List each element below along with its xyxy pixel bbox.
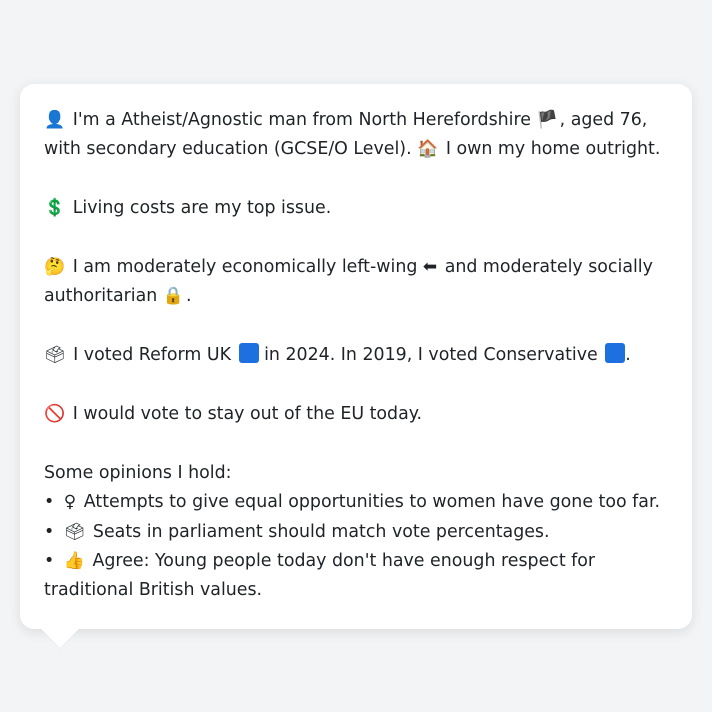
ballot-box-icon: 🗳: [44, 345, 66, 366]
ideology-period: .: [185, 286, 192, 307]
bullet-icon: •: [44, 492, 55, 513]
bullet-icon: •: [44, 521, 55, 542]
lock-icon: 🔒: [162, 286, 184, 307]
profile-speech-bubble: 👤 I'm a Atheist/Agnostic man from North …: [20, 84, 692, 629]
female-sign-icon: ♀: [63, 492, 77, 513]
ideology-text-economic: I am moderately economically left-wing: [72, 257, 418, 277]
house-icon: 🏠: [417, 139, 439, 160]
left-arrow-icon: ⬅: [422, 257, 438, 277]
votes-period: .: [625, 345, 631, 366]
ballot-box-icon: 🗳: [63, 521, 86, 542]
intro-paragraph: 👤 I'm a Atheist/Agnostic man from North …: [44, 106, 668, 165]
list-item: • 🗳 Seats in parliament should match vot…: [44, 518, 668, 547]
votes-paragraph: 🗳 I voted Reform UK in 2024. In 2019, I …: [44, 341, 668, 370]
reform-party-color-square-icon: [238, 343, 259, 364]
intro-text-home: I own my home outright.: [445, 139, 661, 160]
intro-text-identity: I'm a Atheist/Agnostic man from North He…: [72, 110, 531, 130]
person-icon: 👤: [44, 110, 66, 130]
ideology-paragraph: 🤔 I am moderately economically left-wing…: [44, 253, 668, 312]
bubble-tail: [40, 628, 80, 648]
thinking-face-icon: 🤔: [44, 257, 66, 277]
opinion-text: Seats in parliament should match vote pe…: [92, 521, 550, 542]
votes-text-2019: in 2024. In 2019, I voted Conservative: [264, 345, 598, 366]
thumbs-up-icon: 👍: [63, 551, 85, 572]
opinions-heading: Some opinions I hold:: [44, 462, 232, 483]
bullet-icon: •: [44, 551, 55, 572]
dollar-icon: 💲: [44, 198, 66, 219]
votes-text-2024: I voted Reform UK: [73, 345, 232, 366]
top-issue-text: Living costs are my top issue.: [72, 198, 332, 219]
prohibited-icon: 🚫: [44, 404, 66, 424]
england-flag-icon: 🏴: [536, 110, 558, 130]
opinion-text: Attempts to give equal opportunities to …: [83, 492, 661, 513]
opinions-list: • ♀ Attempts to give equal opportunities…: [44, 488, 668, 606]
eu-text: I would vote to stay out of the EU today…: [72, 404, 423, 424]
top-issue-paragraph: 💲 Living costs are my top issue.: [44, 194, 668, 223]
eu-paragraph: 🚫 I would vote to stay out of the EU tod…: [44, 400, 668, 429]
list-item: • 👍 Agree: Young people today don't have…: [44, 547, 668, 606]
conservative-party-color-square-icon: [605, 343, 626, 364]
list-item: • ♀ Attempts to give equal opportunities…: [44, 488, 668, 517]
opinion-text: Agree: Young people today don't have eno…: [44, 551, 596, 601]
